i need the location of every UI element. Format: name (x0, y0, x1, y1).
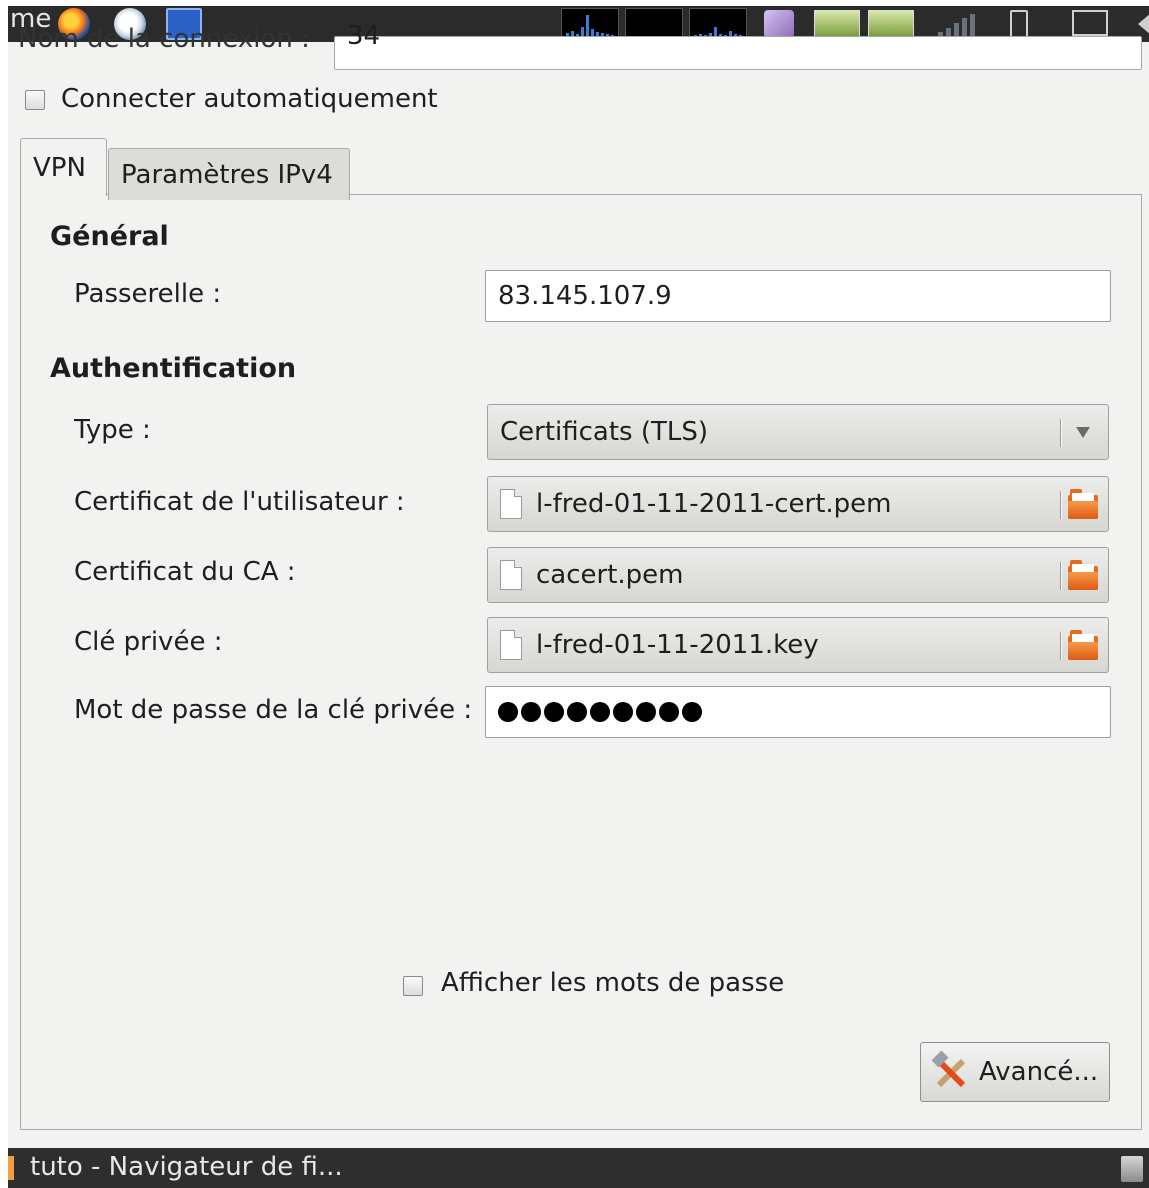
tab-vpn[interactable]: VPN (20, 138, 107, 196)
tab-ipv4-label: Paramètres IPv4 (121, 159, 333, 190)
ca-cert-chooser[interactable]: cacert.pem (487, 547, 1109, 603)
ca-cert-value: cacert.pem (536, 560, 684, 590)
advanced-button[interactable]: Avancé... (920, 1042, 1110, 1102)
tab-ipv4-settings[interactable]: Paramètres IPv4 (108, 148, 350, 200)
vpn-connection-dialog: Nom de la connexion : 34 Connecter autom… (8, 21, 1149, 1148)
gateway-value: 83.145.107.9 (498, 281, 672, 311)
section-auth-heading: Authentification (50, 353, 297, 384)
display-icon[interactable] (1072, 10, 1108, 36)
show-passwords-checkbox[interactable] (403, 976, 423, 996)
battery-icon[interactable] (1010, 10, 1028, 38)
section-general-heading: Général (50, 221, 169, 252)
private-key-chooser[interactable]: l-fred-01-11-2011.key (487, 617, 1109, 673)
advanced-button-label: Avancé... (979, 1057, 1099, 1087)
network-applet-icon-2[interactable] (868, 10, 914, 38)
file-icon (500, 489, 522, 519)
bottom-taskbar: tuto - Navigateur de fi... (8, 1148, 1149, 1188)
user-cert-label: Certificat de l'utilisateur : (74, 487, 405, 517)
folder-icon (1068, 560, 1098, 590)
tab-panel-vpn: Général Passerelle : 83.145.107.9 Authen… (20, 194, 1142, 1130)
password-dot (590, 702, 610, 722)
auto-connect-label[interactable]: Connecter automatiquement (61, 84, 438, 114)
show-passwords-label[interactable]: Afficher les mots de passe (441, 968, 784, 998)
network-applet-icon[interactable] (814, 10, 860, 38)
gateway-label: Passerelle : (74, 279, 222, 309)
tools-icon (931, 1050, 969, 1090)
connection-name-row: Nom de la connexion : 34 (8, 21, 1149, 72)
monitor-bar (586, 15, 589, 37)
gateway-input[interactable]: 83.145.107.9 (485, 270, 1111, 322)
user-cert-chooser[interactable]: l-fred-01-11-2011-cert.pem (487, 476, 1109, 532)
password-dot (682, 702, 702, 722)
connection-name-input[interactable]: 34 (334, 21, 1142, 70)
private-key-label: Clé privée : (74, 627, 223, 657)
password-dot (659, 702, 679, 722)
wifi-signal-icon[interactable] (938, 12, 982, 38)
volume-icon[interactable] (1138, 12, 1149, 36)
auth-type-select[interactable]: Certificats (TLS) (487, 404, 1109, 460)
ca-cert-label: Certificat du CA : (74, 557, 296, 587)
private-key-value: l-fred-01-11-2011.key (536, 630, 819, 660)
connection-name-label: Nom de la connexion : (18, 24, 310, 54)
password-dot (544, 702, 564, 722)
file-icon (500, 630, 522, 660)
auto-connect-checkbox[interactable] (25, 90, 45, 110)
trash-icon[interactable] (1121, 1156, 1143, 1182)
connection-name-value: 34 (347, 21, 381, 51)
password-dot (613, 702, 633, 722)
user-cert-value: l-fred-01-11-2011-cert.pem (536, 489, 892, 519)
password-dot (636, 702, 656, 722)
folder-icon (1068, 630, 1098, 660)
password-mask (498, 702, 702, 722)
chevron-down-icon (1076, 427, 1090, 438)
signal-bar (962, 18, 967, 38)
key-password-label: Mot de passe de la clé privée : (74, 695, 473, 725)
auth-type-value: Certificats (TLS) (500, 417, 709, 447)
auth-type-label: Type : (74, 415, 151, 445)
signal-bar (970, 14, 975, 38)
folder-icon (1068, 489, 1098, 519)
file-icon (500, 560, 522, 590)
taskbar-window-file-browser[interactable]: tuto - Navigateur de fi... (30, 1152, 343, 1182)
key-password-input[interactable] (485, 686, 1111, 738)
password-dot (498, 702, 518, 722)
tab-vpn-label: VPN (33, 152, 86, 183)
workspace-switcher-icon[interactable] (764, 10, 794, 38)
password-dot (521, 702, 541, 722)
password-dot (567, 702, 587, 722)
